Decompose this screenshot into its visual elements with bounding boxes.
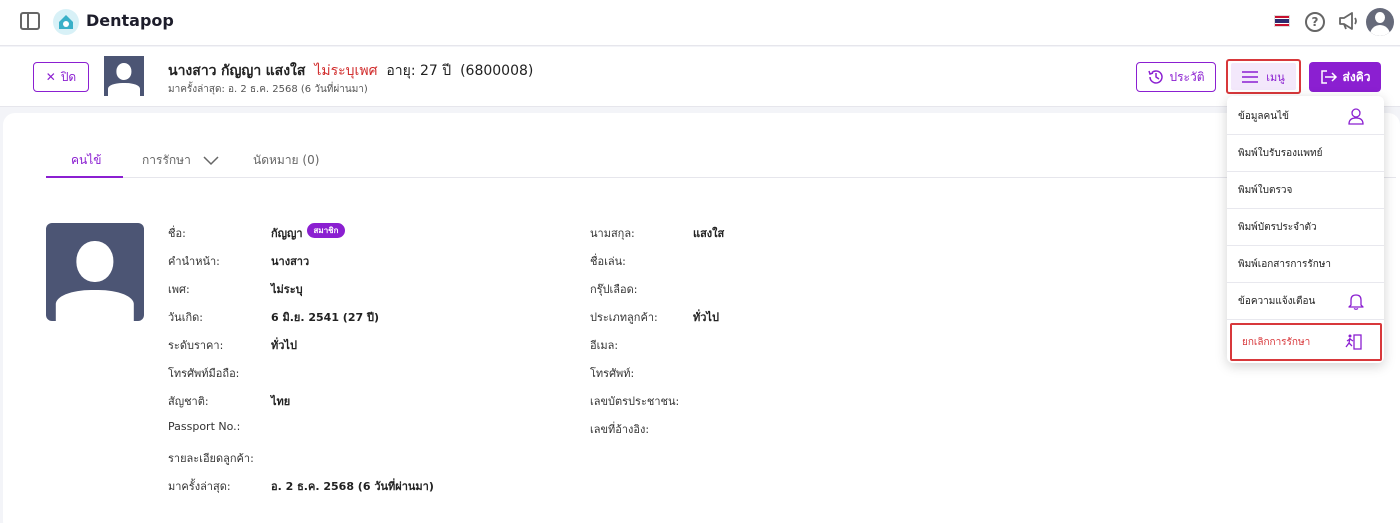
field-gender-value: ไม่ระบุ xyxy=(271,283,303,296)
hamburger-icon xyxy=(1242,70,1259,83)
menu-item-patient-info[interactable]: ข้อมูลคนไข้ xyxy=(1227,98,1384,135)
history-button[interactable]: ประวัติ xyxy=(1136,62,1216,92)
send-queue-button[interactable]: ส่งคิว xyxy=(1309,62,1381,92)
patient-age: อายุ: 27 ปี xyxy=(386,63,452,79)
exit-icon xyxy=(1345,334,1362,350)
arrow-right-box-icon xyxy=(1320,70,1337,84)
field-email-label: อีเมล: xyxy=(590,339,619,352)
menu-item-print-exam-sheet[interactable]: พิมพ์ใบตรวจ xyxy=(1227,172,1384,209)
menu-button[interactable]: เมนู xyxy=(1226,59,1301,94)
tab-bar: คนไข้ การรักษา นัดหมาย (0) xyxy=(46,148,1396,178)
tab-patient-label: คนไข้ xyxy=(71,153,102,167)
help-icon[interactable]: ? xyxy=(1305,12,1325,32)
field-title-value: นางสาว xyxy=(271,255,310,268)
close-icon: ✕ xyxy=(45,70,56,84)
field-first-name-label: ชื่อ: xyxy=(168,227,186,240)
menu-item-label: ข้อความแจ้งเตือน xyxy=(1238,295,1316,307)
field-gender-label: เพศ: xyxy=(168,283,190,296)
history-icon xyxy=(1148,70,1164,84)
field-mobile-label: โทรศัพท์มือถือ: xyxy=(168,367,240,380)
field-phone-label: โทรศัพท์: xyxy=(590,367,635,380)
menu-item-label: พิมพ์เอกสารการรักษา xyxy=(1238,258,1332,270)
user-avatar[interactable] xyxy=(1366,8,1394,36)
field-id-card-label: เลขบัตรประชาชน: xyxy=(590,395,680,408)
patient-code: (6800008) xyxy=(460,63,534,79)
patient-name-line: นางสาว กัญญา แสงใส ไม่ระบุเพศ อายุ: 27 ป… xyxy=(168,60,533,82)
user-icon xyxy=(1348,108,1364,125)
menu-dropdown: ข้อมูลคนไข้ พิมพ์ใบรับรองแพทย์ พิมพ์ใบตร… xyxy=(1227,96,1384,363)
menu-item-print-treatment-doc[interactable]: พิมพ์เอกสารการรักษา xyxy=(1227,246,1384,283)
patient-header: ✕ ปิด นางสาว กัญญา แสงใส ไม่ระบุเพศ อายุ… xyxy=(0,47,1400,107)
tab-treatment-label: การรักษา xyxy=(142,153,191,167)
patient-last-name: แสงใส xyxy=(265,63,306,79)
tab-patient[interactable]: คนไข้ xyxy=(71,151,101,170)
menu-item-label: พิมพ์ใบตรวจ xyxy=(1238,184,1293,196)
patient-gender: ไม่ระบุเพศ xyxy=(314,63,378,79)
field-birthdate-value: 6 มิ.ย. 2541 (27 ปี) xyxy=(271,311,379,324)
member-badge: สมาชิก xyxy=(307,223,345,238)
field-nickname-label: ชื่อเล่น: xyxy=(590,255,626,268)
field-last-visit-value: อ. 2 ธ.ค. 2568 (6 วันที่ผ่านมา) xyxy=(271,480,434,493)
field-blood-group-label: กรุ๊ปเลือด: xyxy=(590,283,638,296)
field-price-level-value: ทั่วไป xyxy=(271,339,297,352)
field-customer-detail-label: รายละเอียดลูกค้า: xyxy=(168,452,254,465)
menu-item-label: ยกเลิกการรักษา xyxy=(1242,336,1311,348)
field-birthdate-label: วันเกิด: xyxy=(168,311,203,324)
menu-item-print-id-card[interactable]: พิมพ์บัตรประจำตัว xyxy=(1227,209,1384,246)
patient-photo xyxy=(46,223,144,321)
tab-treatment[interactable]: การรักษา xyxy=(142,151,219,170)
menu-item-notifications[interactable]: ข้อความแจ้งเตือน xyxy=(1227,283,1384,320)
field-passport-label: Passport No.: xyxy=(168,420,241,433)
field-last-visit-label: มาครั้งล่าสุด: xyxy=(168,480,231,493)
top-bar: Dentapop ? xyxy=(0,0,1400,46)
field-price-level-label: ระดับราคา: xyxy=(168,339,224,352)
menu-item-label: พิมพ์ใบรับรองแพทย์ xyxy=(1238,147,1323,159)
field-customer-type-value: ทั่วไป xyxy=(693,311,719,324)
field-last-name-label: นามสกุล: xyxy=(590,227,635,240)
field-last-name-value: แสงใส xyxy=(693,227,725,240)
thai-flag-icon[interactable] xyxy=(1274,15,1290,27)
send-queue-label: ส่งคิว xyxy=(1342,69,1371,84)
history-button-label: ประวัติ xyxy=(1169,69,1205,84)
tab-appointments[interactable]: นัดหมาย (0) xyxy=(253,151,319,170)
patient-thumbnail xyxy=(104,56,144,96)
field-reference-no-label: เลขที่อ้างอิง: xyxy=(590,423,650,436)
sidebar-toggle-icon[interactable] xyxy=(20,12,40,30)
tab-appointments-label: นัดหมาย (0) xyxy=(253,153,320,167)
patient-first-name: กัญญา xyxy=(221,63,262,79)
menu-item-print-med-cert[interactable]: พิมพ์ใบรับรองแพทย์ xyxy=(1227,135,1384,172)
field-first-name-value: กัญญา xyxy=(271,227,303,240)
field-customer-type-label: ประเภทลูกค้า: xyxy=(590,311,658,324)
patient-title: นางสาว xyxy=(168,63,217,79)
field-nationality-value: ไทย xyxy=(271,395,291,408)
menu-button-inner[interactable]: เมนู xyxy=(1231,63,1296,90)
field-nationality-label: สัญชาติ: xyxy=(168,395,209,408)
bell-icon xyxy=(1348,294,1364,310)
close-button[interactable]: ✕ ปิด xyxy=(33,62,89,92)
menu-item-cancel-treatment[interactable]: ยกเลิกการรักษา xyxy=(1230,323,1382,361)
menu-item-label: พิมพ์บัตรประจำตัว xyxy=(1238,221,1317,233)
chevron-down-icon xyxy=(203,155,219,165)
active-tab-underline xyxy=(46,176,123,178)
close-button-label: ปิด xyxy=(60,69,77,84)
field-title-label: คำนำหน้า: xyxy=(168,255,220,268)
patient-last-visit: มาครั้งล่าสุด: อ. 2 ธ.ค. 2568 (6 วันที่ผ… xyxy=(168,84,368,95)
menu-button-label: เมนู xyxy=(1266,70,1285,84)
brand-name: Dentapop xyxy=(86,11,174,30)
megaphone-icon[interactable] xyxy=(1338,11,1360,35)
dentapop-logo-icon[interactable] xyxy=(53,9,79,35)
patient-detail-card: คนไข้ การรักษา นัดหมาย (0) ชื่อ: กัญญา ส… xyxy=(3,113,1400,523)
menu-item-label: ข้อมูลคนไข้ xyxy=(1238,110,1289,122)
